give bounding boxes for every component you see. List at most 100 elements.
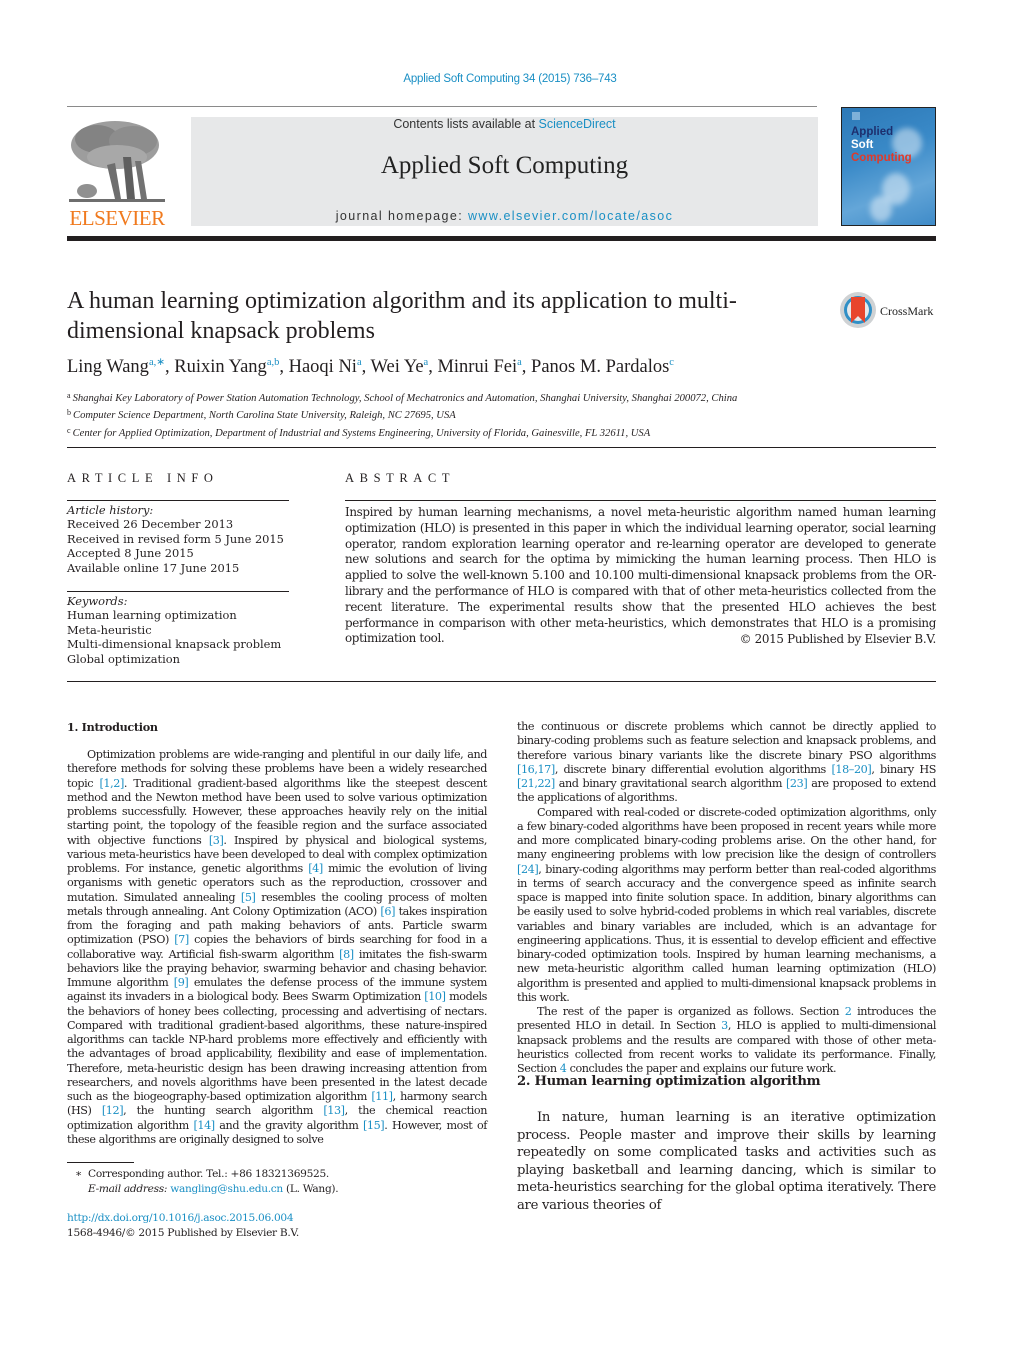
history-entry: Accepted 8 June 2015 [67, 546, 194, 561]
email-link[interactable]: wangling@shu.edu.cn [170, 1183, 283, 1195]
footnote: ∗ Corresponding author. Tel.: +86 183213… [67, 1167, 339, 1197]
author-name[interactable]: Minrui Fei [437, 357, 517, 377]
keyword: Global optimization [67, 651, 180, 666]
article-history-label: Article history: [67, 503, 154, 517]
author-affiliation-mark[interactable]: a [424, 357, 429, 368]
author-name[interactable]: Panos M. Pardalos [531, 357, 669, 377]
author-affiliation-mark[interactable]: c [669, 357, 674, 368]
citation-link[interactable]: [9] [174, 976, 189, 989]
citation-link[interactable]: [23] [786, 777, 808, 790]
paragraph: Compared with real-coded or discrete-cod… [517, 805, 936, 1004]
cover-decoration [870, 196, 892, 222]
keyword: Multi-dimensional knapsack problem [67, 637, 282, 652]
citation-link[interactable]: [21,22] [517, 777, 555, 790]
citation-link[interactable]: [15] [363, 1119, 385, 1132]
citation-link[interactable]: [4] [308, 862, 323, 875]
footnote-corresponding: ∗ Corresponding author. Tel.: +86 183213… [67, 1167, 338, 1182]
citation-link[interactable]: [8] [339, 948, 354, 961]
citation-link[interactable]: [24] [517, 863, 539, 876]
author-affiliation-mark[interactable]: a [517, 357, 522, 368]
paper-title: A human learning optimization algorithm … [67, 288, 737, 344]
footnote-corresponding-text: Corresponding author. Tel.: +86 18321369… [88, 1168, 329, 1180]
section-heading: 1. Introduction [67, 720, 158, 734]
affiliation-mark: c [67, 425, 71, 435]
affiliation-text: Computer Science Department, North Carol… [73, 410, 456, 422]
affiliations: a Shanghai Key Laboratory of Power Statio… [67, 389, 737, 441]
author-affiliation-mark[interactable]: a,b [267, 357, 280, 368]
journal-cover-thumbnail[interactable]: Applied Soft Computing [841, 107, 936, 226]
body-column-right-section2: In nature, human learning is an iterativ… [517, 1109, 936, 1214]
body-column-right: the continuous or discrete problems whic… [517, 720, 936, 1076]
contents-prefix: Contents lists available at [393, 117, 539, 131]
author-name[interactable]: Ruixin Yang [174, 357, 267, 377]
crossmark-badge[interactable]: CrossMark [839, 291, 939, 331]
author-name[interactable]: Wei Ye [371, 357, 424, 377]
affiliation: c Center for Applied Optimization, Depart… [67, 424, 737, 441]
affiliation-text: Shanghai Key Laboratory of Power Station… [72, 393, 738, 404]
divider [67, 500, 289, 501]
cover-title-line: Soft [851, 139, 874, 151]
citation-link[interactable]: [11] [371, 1090, 393, 1103]
journal-homepage-line: journal homepage: www.elsevier.com/locat… [191, 209, 818, 223]
citation-link[interactable]: 3 [721, 1019, 728, 1032]
email-suffix: (L. Wang). [282, 1182, 339, 1195]
citation-link[interactable]: [13] [323, 1104, 345, 1117]
citation-link[interactable]: [14] [193, 1119, 215, 1132]
keyword: Meta-heuristic [67, 622, 152, 637]
header-rule [67, 106, 817, 107]
abstract-heading: ABSTRACT [345, 471, 456, 485]
citation-link[interactable]: [18–20] [831, 763, 871, 776]
section-heading: 2. Human learning optimization algorithm [517, 1074, 821, 1089]
affiliation: a Shanghai Key Laboratory of Power Statio… [67, 389, 737, 406]
doi-link[interactable]: http://dx.doi.org/10.1016/j.asoc.2015.06… [67, 1212, 294, 1224]
citation-link[interactable]: [16,17] [517, 763, 555, 776]
citation-link[interactable]: 2 [845, 1005, 852, 1018]
footnote-email: E-mail address: wangling@shu.edu.cn (L. … [67, 1182, 339, 1197]
cover-title-line: Computing [851, 152, 912, 164]
keywords-label: Keywords: [67, 594, 128, 608]
journal-reference-link[interactable]: Applied Soft Computing 34 (2015) 736–743 [0, 73, 1020, 85]
crossmark-label: CrossMark [880, 304, 933, 318]
affiliation-mark: b [67, 408, 71, 418]
divider [67, 681, 936, 682]
history-entry: Received in revised form 5 June 2015 [67, 531, 284, 546]
email-label: E-mail address: [88, 1182, 171, 1195]
paragraph: In nature, human learning is an iterativ… [517, 1110, 936, 1213]
author-name[interactable]: Ling Wang [67, 357, 149, 377]
article-info-heading: ARTICLE INFO [67, 471, 219, 485]
paragraph: the continuous or discrete problems whic… [517, 720, 937, 805]
author-affiliation-mark[interactable]: a [357, 357, 362, 368]
citation-link[interactable]: [1,2] [99, 777, 124, 790]
paragraph: Optimization problems are wide-ranging a… [67, 748, 488, 1146]
sciencedirect-link[interactable]: ScienceDirect [539, 117, 616, 131]
citation-link[interactable]: [5] [241, 891, 256, 904]
keywords: Keywords: Human learning optimization Me… [67, 594, 281, 666]
author-name[interactable]: Haoqi Ni [289, 357, 357, 377]
cover-logo-icon [852, 112, 860, 120]
journal-homepage-link[interactable]: www.elsevier.com/locate/asoc [468, 209, 673, 223]
header-thick-rule [67, 236, 936, 241]
divider [67, 591, 289, 592]
article-history: Article history: Received 26 December 20… [67, 503, 284, 575]
affiliation-mark: a [67, 391, 71, 400]
citation-link[interactable]: [3] [209, 834, 224, 847]
citation-link[interactable]: [12] [102, 1104, 124, 1117]
citation-link[interactable]: [6] [380, 905, 395, 918]
history-entry: Available online 17 June 2015 [67, 560, 240, 575]
affiliation: b Computer Science Department, North Caro… [67, 406, 737, 423]
author-affiliation-mark[interactable]: a,∗ [149, 357, 165, 368]
footnote-mark: ∗ [75, 1168, 82, 1180]
doi-block: http://dx.doi.org/10.1016/j.asoc.2015.06… [67, 1211, 299, 1240]
divider [345, 500, 936, 501]
abstract-copyright: © 2015 Published by Elsevier B.V. [739, 632, 937, 646]
affiliation-text: Center for Applied Optimization, Departm… [72, 427, 651, 439]
author-list: Ling Wanga,∗, Ruixin Yanga,b, Haoqi Nia,… [67, 357, 674, 377]
body-column-left: Optimization problems are wide-ranging a… [67, 748, 487, 1147]
abstract-text: Inspired by human learning mechanisms, a… [345, 505, 936, 646]
homepage-prefix: journal homepage: [335, 209, 468, 223]
citation-link[interactable]: [7] [174, 933, 189, 946]
elsevier-wordmark: ELSEVIER [69, 206, 165, 230]
citation-link[interactable]: [10] [424, 990, 446, 1003]
paragraph: The rest of the paper is organized as fo… [517, 1005, 936, 1075]
divider [67, 447, 936, 448]
